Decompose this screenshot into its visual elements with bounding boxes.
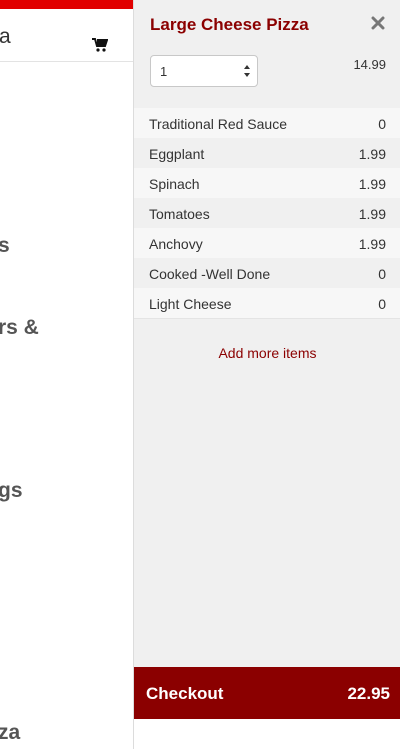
option-row: Anchovy 1.99 (134, 228, 400, 258)
add-more-items-link[interactable]: Add more items (134, 345, 400, 361)
option-name: Eggplant (149, 146, 205, 162)
menu-header: a (0, 9, 134, 62)
menu-header-title: a (0, 25, 11, 48)
top-brand-bar (0, 0, 134, 9)
close-icon[interactable] (371, 16, 385, 30)
checkout-label: Checkout (146, 684, 224, 703)
menu-category-link[interactable]: s (0, 234, 10, 258)
option-name: Traditional Red Sauce (149, 116, 288, 132)
option-name: Light Cheese (149, 296, 232, 312)
menu-category-link[interactable]: rs & (0, 316, 39, 340)
menu-category-link[interactable]: za (0, 721, 20, 745)
option-price: 1.99 (358, 206, 386, 222)
option-name: Cooked -Well Done (149, 266, 271, 282)
checkout-button[interactable]: Checkout 22.95 (134, 667, 400, 719)
options-list: Traditional Red Sauce 0 Eggplant 1.99 Sp… (134, 108, 400, 319)
menu-category-link[interactable]: gs (0, 479, 23, 503)
checkout-total: 22.95 (347, 684, 390, 703)
option-price: 0 (378, 266, 386, 282)
quantity-value: 1 (160, 64, 168, 79)
option-row: Traditional Red Sauce 0 (134, 108, 400, 138)
option-row: Light Cheese 0 (134, 288, 400, 318)
option-row: Tomatoes 1.99 (134, 198, 400, 228)
option-name: Spinach (149, 176, 200, 192)
base-price: 14.99 (353, 57, 386, 72)
shopping-cart-icon[interactable] (92, 38, 108, 52)
menu-page: a s rs & gs za (0, 0, 134, 749)
item-detail-drawer: Large Cheese Pizza 1 14.99 Traditional R… (133, 0, 400, 749)
drawer-footer (134, 719, 400, 749)
option-name: Anchovy (149, 236, 203, 252)
option-row: Eggplant 1.99 (134, 138, 400, 168)
item-title: Large Cheese Pizza (150, 15, 309, 34)
option-row: Cooked -Well Done 0 (134, 258, 400, 288)
quantity-select[interactable]: 1 (150, 55, 258, 87)
option-price: 1.99 (358, 146, 386, 162)
option-name: Tomatoes (149, 206, 210, 222)
option-price: 0 (378, 296, 386, 312)
option-price: 1.99 (358, 236, 386, 252)
option-price: 1.99 (358, 176, 386, 192)
select-arrows-icon (244, 65, 250, 77)
option-row: Spinach 1.99 (134, 168, 400, 198)
option-price: 0 (378, 116, 386, 132)
